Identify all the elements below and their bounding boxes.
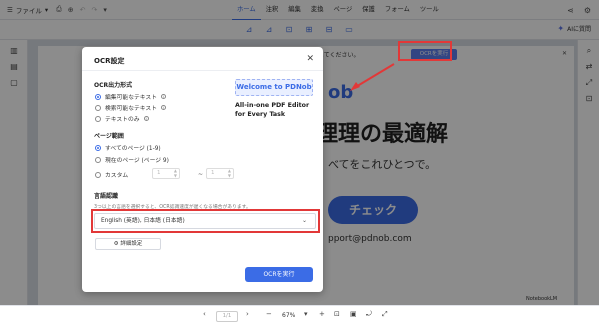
highlight-box	[398, 41, 452, 61]
radio-label: テキストのみ	[105, 117, 140, 123]
radio-selected-icon	[95, 93, 101, 100]
promo-text: All-in-one PDF Editor for Every Task	[235, 101, 313, 119]
close-icon[interactable]: ✕	[306, 54, 314, 64]
radio-selected-icon	[95, 144, 101, 151]
info-icon[interactable]: i	[143, 116, 149, 121]
custom-from-input[interactable]: 1 ▲ ▼	[152, 168, 180, 179]
radio-label: すべてのページ (1-9)	[105, 146, 161, 152]
stepper-arrows-icon[interactable]: ▲ ▼	[174, 168, 177, 178]
promo-line-1: All-in-one PDF Editor	[235, 102, 310, 109]
fit-page-icon[interactable]: ⊡	[334, 310, 340, 318]
radio-editable-text[interactable]: 編集可能なテキスト i	[95, 92, 166, 101]
rotate-icon[interactable]: ⤾	[366, 310, 372, 319]
radio-icon	[95, 104, 101, 111]
promo-line-2: for Every Task	[235, 111, 286, 118]
radio-searchable-text[interactable]: 検索可能なテキスト i	[95, 103, 166, 112]
advanced-settings-button[interactable]: ⚙ 詳細設定	[95, 238, 161, 250]
bottom-toolbar: ‹ 1/1 › − 67% ▾ + ⊡ ▣ ⤾ ⤢	[0, 305, 599, 325]
ocr-settings-dialog: OCR設定 ✕ OCR出力形式 編集可能なテキスト i 検索可能なテキスト i …	[82, 47, 323, 292]
custom-from-value: 1	[157, 170, 161, 176]
output-format-heading: OCR出力形式	[94, 82, 133, 89]
zoom-dropdown-icon[interactable]: ▾	[304, 310, 308, 318]
radio-label: カスタム	[105, 173, 129, 179]
page-range-heading: ページ範囲	[94, 133, 124, 140]
radio-icon	[95, 171, 101, 178]
radio-label: 現在のページ (ページ 9)	[105, 158, 169, 164]
language-select[interactable]: English (英語), 日本語 (日本語) ⌄	[94, 213, 316, 229]
radio-icon	[95, 115, 101, 122]
promo-card: Welcome to PDNob All-in-one PDF Editor f…	[235, 79, 313, 123]
zoom-out-icon[interactable]: −	[266, 310, 272, 318]
radio-icon	[95, 156, 101, 163]
fullscreen-icon[interactable]: ⤢	[382, 310, 388, 319]
radio-label: 編集可能なテキスト	[105, 95, 157, 101]
stepper-arrows-icon[interactable]: ▲ ▼	[228, 168, 231, 178]
custom-to-input[interactable]: 1 ▲ ▼	[206, 168, 234, 179]
gear-icon: ⚙	[113, 241, 119, 247]
radio-label: 検索可能なテキスト	[105, 106, 157, 112]
page-number-input[interactable]: 1/1	[216, 311, 238, 322]
radio-current-page[interactable]: 現在のページ (ページ 9)	[95, 155, 169, 164]
promo-badge: Welcome to PDNob	[235, 79, 313, 96]
info-icon[interactable]: i	[161, 94, 166, 99]
dialog-title: OCR設定	[94, 57, 125, 65]
chevron-down-icon: ⌄	[301, 217, 307, 224]
zoom-level[interactable]: 67%	[282, 312, 295, 319]
annotation-arrow	[350, 63, 395, 91]
radio-custom-range[interactable]: カスタム	[95, 170, 128, 179]
radio-text-only[interactable]: テキストのみ i	[95, 114, 149, 123]
radio-all-pages[interactable]: すべてのページ (1-9)	[95, 143, 161, 152]
info-icon[interactable]: i	[161, 105, 166, 110]
advanced-settings-label: 詳細設定	[120, 241, 143, 247]
divider	[82, 70, 323, 71]
language-value: English (英語), 日本語 (日本語)	[101, 218, 185, 224]
language-heading: 言語認識	[94, 193, 119, 200]
single-page-icon[interactable]: ▣	[350, 310, 357, 318]
prev-page-icon[interactable]: ‹	[203, 310, 206, 318]
zoom-in-icon[interactable]: +	[319, 310, 325, 318]
range-separator: ~	[198, 171, 204, 178]
next-page-icon[interactable]: ›	[246, 310, 249, 318]
run-ocr-button[interactable]: OCRを実行	[245, 267, 313, 282]
custom-to-value: 1	[211, 170, 215, 176]
